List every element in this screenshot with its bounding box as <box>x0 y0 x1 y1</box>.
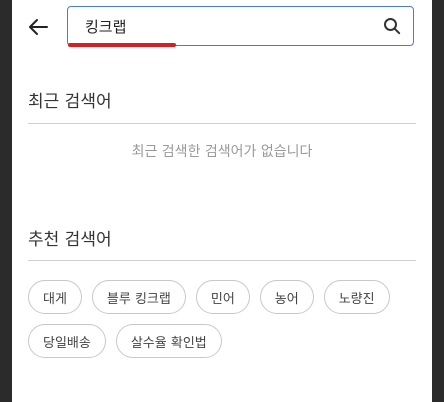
recent-divider <box>28 123 416 124</box>
chip-keyword[interactable]: 농어 <box>259 280 314 314</box>
chip-keyword[interactable]: 노량진 <box>323 280 390 314</box>
recommended-chip-list: 대게 블루 킹크랩 민어 농어 노량진 당일배송 살수율 확인법 <box>28 280 420 358</box>
search-box[interactable] <box>67 6 414 46</box>
chip-keyword[interactable]: 대게 <box>28 280 82 314</box>
recent-empty-message: 최근 검색한 검색어가 없습니다 <box>131 144 313 160</box>
chip-keyword[interactable]: 당일배송 <box>28 324 106 358</box>
recommended-divider <box>28 260 416 261</box>
back-button[interactable] <box>26 15 50 39</box>
chip-keyword[interactable]: 살수율 확인법 <box>115 324 222 358</box>
arrow-left-icon <box>29 19 48 35</box>
search-highlight-underline <box>68 43 176 47</box>
chip-keyword[interactable]: 민어 <box>195 280 250 314</box>
chip-keyword[interactable]: 블루 킹크랩 <box>91 280 186 314</box>
search-input[interactable] <box>85 7 375 45</box>
recent-searches-title: 최근 검색어 <box>28 92 112 112</box>
recommended-searches-title: 추천 검색어 <box>28 230 112 250</box>
search-icon[interactable] <box>383 17 401 35</box>
search-panel: 최근 검색어 최근 검색한 검색어가 없습니다 추천 검색어 대게 블루 킹크랩… <box>12 0 432 402</box>
